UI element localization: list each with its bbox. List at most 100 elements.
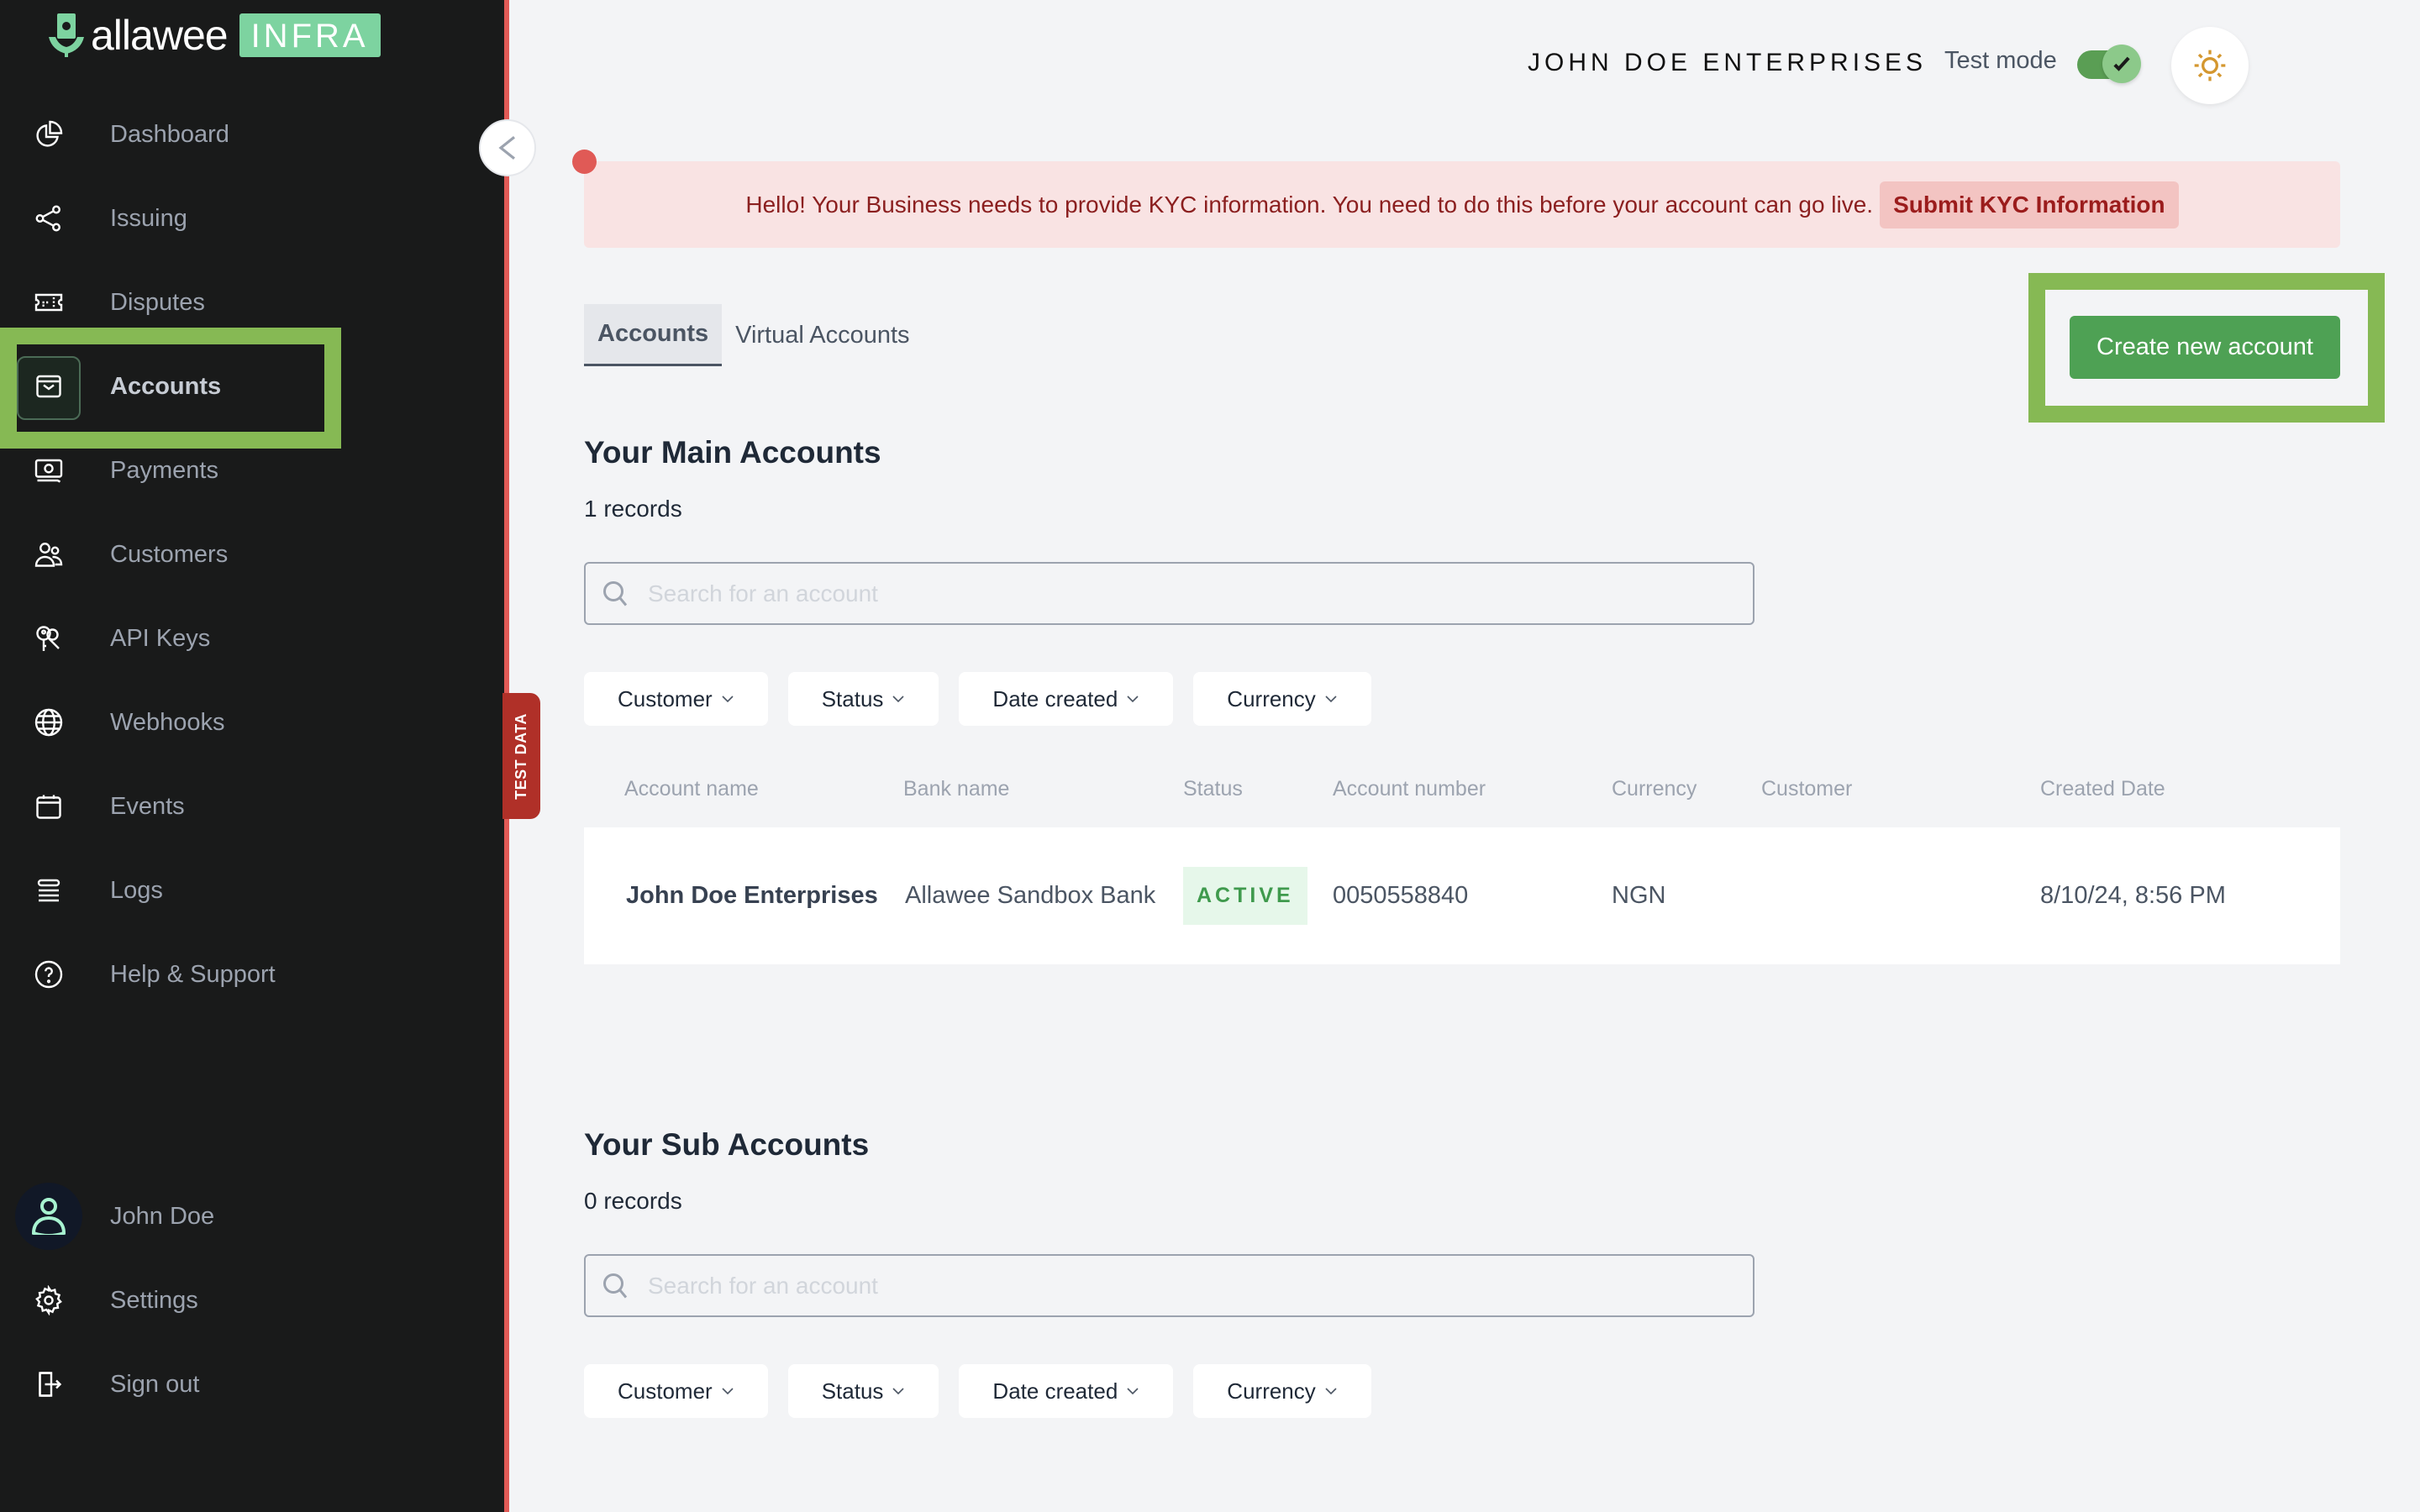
submit-kyc-button[interactable]: Submit KYC Information <box>1880 181 2179 228</box>
filter-status[interactable]: Status <box>787 672 939 726</box>
sidebar-item-logs[interactable]: Logs <box>0 857 504 924</box>
sidebar-item-sign-out[interactable]: Sign out <box>0 1351 504 1418</box>
chevron-down-icon <box>1127 696 1139 703</box>
column-header[interactable]: Created Date <box>2040 777 2165 801</box>
main-accounts-search[interactable] <box>584 562 1754 625</box>
sub-accounts-search-input[interactable] <box>648 1272 1723 1299</box>
column-header[interactable]: Bank name <box>903 777 1009 801</box>
brand-badge: INFRA <box>239 13 381 57</box>
sidebar-item-label: Help & Support <box>110 960 276 988</box>
filter-label: Date created <box>992 1378 1118 1404</box>
users-icon <box>32 538 66 571</box>
table-row[interactable]: John Doe Enterprises Allawee Sandbox Ban… <box>584 827 2340 964</box>
user-name: John Doe <box>110 1202 215 1230</box>
sidebar-item-disputes[interactable]: Disputes <box>0 269 504 336</box>
sub-accounts-records: 0 records <box>584 1188 682 1214</box>
sidebar-item-settings[interactable]: Settings <box>0 1267 504 1334</box>
sidebar-item-events[interactable]: Events <box>0 773 504 840</box>
currency-cell: NGN <box>1612 882 1666 909</box>
test-mode-toggle[interactable] <box>2077 45 2141 83</box>
create-new-account-button[interactable]: Create new account <box>2070 316 2340 379</box>
sidebar-item-webhooks[interactable]: Webhooks <box>0 689 504 756</box>
sidebar-item-label: Issuing <box>110 204 187 232</box>
filter-status[interactable]: Status <box>787 1364 939 1418</box>
test-data-tab: TEST DATA <box>502 693 540 819</box>
sun-icon <box>2194 50 2226 81</box>
chevron-down-icon <box>1325 696 1337 703</box>
account-name-cell: John Doe Enterprises <box>626 882 878 909</box>
sidebar-item-label: Logs <box>110 876 163 904</box>
bank-name-cell: Allawee Sandbox Bank <box>905 882 1156 909</box>
tab-accounts[interactable]: Accounts <box>584 304 723 366</box>
sidebar-item-label: Disputes <box>110 288 205 316</box>
filter-label: Date created <box>992 685 1118 711</box>
brand-name: allawee <box>91 12 229 59</box>
sign-out-icon <box>32 1368 66 1401</box>
sidebar-item-customers[interactable]: Customers <box>0 521 504 588</box>
column-header[interactable]: Status <box>1183 777 1243 801</box>
sidebar-item-payments[interactable]: Payments <box>0 437 504 504</box>
chevron-down-icon <box>1325 1388 1337 1395</box>
sub-accounts-title: Your Sub Accounts <box>584 1127 870 1162</box>
toggle-knob <box>2102 45 2141 83</box>
ticket-icon <box>32 286 66 319</box>
sidebar-item-user[interactable]: John Doe <box>0 1183 504 1250</box>
filter-currency[interactable]: Currency <box>1193 672 1371 726</box>
sidebar-item-accounts[interactable]: Accounts <box>0 353 504 420</box>
chevron-down-icon <box>892 1388 904 1395</box>
pie-chart-icon <box>32 118 66 151</box>
sidebar-item-label: Dashboard <box>110 120 229 148</box>
chevron-down-icon <box>722 696 734 703</box>
filter-customer[interactable]: Customer <box>584 1364 768 1418</box>
sidebar-item-label: Events <box>110 792 185 820</box>
sub-accounts-search[interactable] <box>584 1254 1754 1317</box>
sidebar-item-label: Payments <box>110 456 218 484</box>
kyc-banner: Hello! Your Business needs to provide KY… <box>584 161 2340 248</box>
filter-date-created[interactable]: Date created <box>959 1364 1174 1418</box>
filter-label: Customer <box>618 1378 713 1404</box>
allawee-logo-icon <box>49 13 84 57</box>
filter-label: Currency <box>1227 1378 1316 1404</box>
column-header[interactable]: Account name <box>624 777 759 801</box>
sidebar-item-help-support[interactable]: Help & Support <box>0 941 504 1008</box>
collapse-sidebar-button[interactable] <box>479 119 536 176</box>
status-cell: ACTIVE <box>1183 827 1307 964</box>
logo[interactable]: allawee INFRA <box>47 10 381 60</box>
sidebar-item-label: API Keys <box>110 624 211 652</box>
sidebar-item-api-keys[interactable]: API Keys <box>0 605 504 672</box>
main-accounts-records: 1 records <box>584 496 682 522</box>
theme-toggle-button[interactable] <box>2171 27 2249 104</box>
globe-icon <box>32 706 66 739</box>
wallet-icon <box>32 370 66 403</box>
account-number-cell: 0050558840 <box>1333 882 1469 909</box>
filter-date-created[interactable]: Date created <box>959 672 1174 726</box>
filter-label: Currency <box>1227 685 1316 711</box>
sidebar-item-label: Customers <box>110 540 229 568</box>
sidebar-item-dashboard[interactable]: Dashboard <box>0 101 504 168</box>
filter-currency[interactable]: Currency <box>1193 1364 1371 1418</box>
filter-label: Status <box>821 685 884 711</box>
help-icon <box>32 958 66 991</box>
filter-label: Status <box>821 1378 884 1404</box>
chevron-down-icon <box>722 1388 734 1395</box>
test-mode-label: Test mode <box>1944 47 2057 74</box>
company-name: JOHN DOE ENTERPRISES <box>1528 49 1928 76</box>
sidebar-item-label: Accounts <box>110 372 222 400</box>
account-tabs: Accounts Virtual Accounts <box>584 304 923 366</box>
sidebar-item-label: Sign out <box>110 1370 200 1398</box>
filter-customer[interactable]: Customer <box>584 672 768 726</box>
chevron-down-icon <box>1127 1388 1139 1395</box>
sidebar: allawee INFRA Dashboard Issuing Disputes… <box>0 0 504 1512</box>
notification-dot <box>572 150 597 174</box>
tab-virtual-accounts[interactable]: Virtual Accounts <box>722 304 923 366</box>
column-header[interactable]: Account number <box>1333 777 1486 801</box>
column-header[interactable]: Customer <box>1761 777 1852 801</box>
sidebar-item-label: Settings <box>110 1286 198 1314</box>
list-icon <box>32 874 66 907</box>
search-icon <box>603 580 628 606</box>
created-date-cell: 8/10/24, 8:56 PM <box>2040 882 2226 909</box>
main-accounts-search-input[interactable] <box>648 580 1723 607</box>
sidebar-item-issuing[interactable]: Issuing <box>0 185 504 252</box>
column-header[interactable]: Currency <box>1612 777 1697 801</box>
status-badge: ACTIVE <box>1183 867 1307 925</box>
